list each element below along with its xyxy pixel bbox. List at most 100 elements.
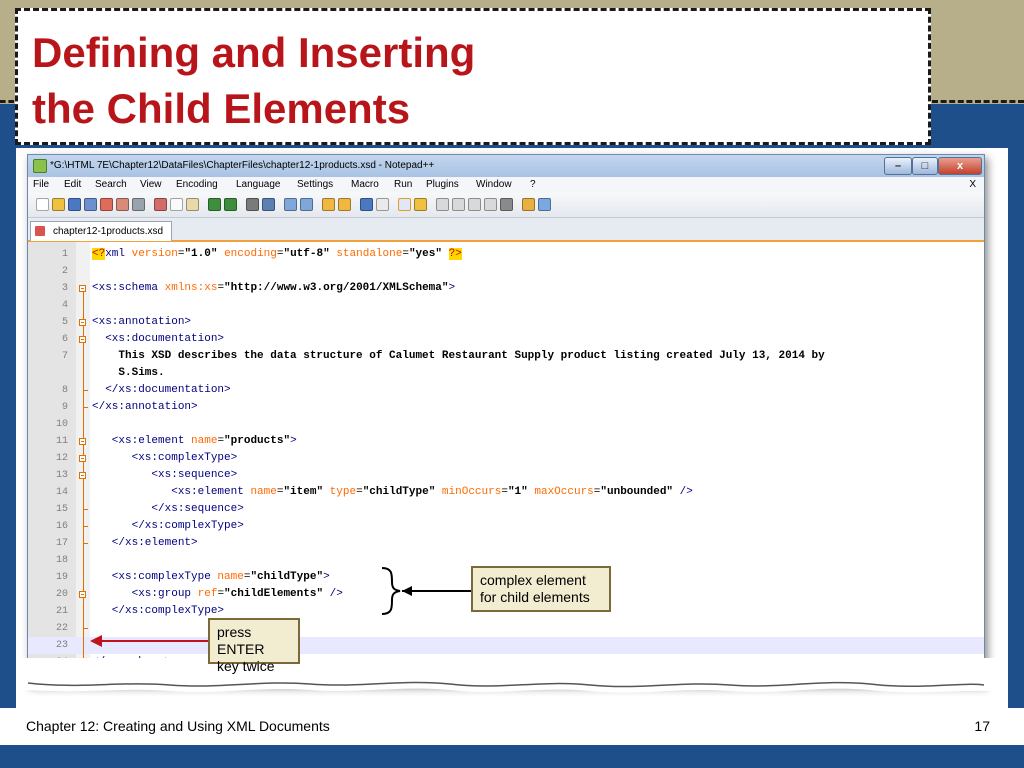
code-line[interactable]: 7 This XSD describes the data structure … xyxy=(28,348,984,365)
dashed-rule-left xyxy=(0,100,14,103)
menu-view[interactable]: View xyxy=(140,179,162,190)
fold-toggle-icon[interactable] xyxy=(79,285,86,292)
cut-icon[interactable] xyxy=(154,198,167,211)
line-number: 9 xyxy=(61,402,68,413)
find-icon[interactable] xyxy=(246,198,259,211)
code-token: <xs:element xyxy=(92,435,192,447)
close-button[interactable]: x xyxy=(938,157,982,175)
code-line[interactable]: 12 <xs:complexType> xyxy=(28,450,984,467)
zoom-out-icon[interactable] xyxy=(300,198,313,211)
code-token: > xyxy=(448,282,456,294)
menu-help[interactable]: ? xyxy=(530,179,536,190)
code-text: <xs:element name="products"> xyxy=(92,433,297,450)
line-number: 12 xyxy=(55,453,68,464)
replace-icon[interactable] xyxy=(262,198,275,211)
print-icon[interactable] xyxy=(132,198,145,211)
minimize-button[interactable]: – xyxy=(884,157,912,175)
fold-toggle-icon[interactable] xyxy=(79,438,86,445)
menu-encoding[interactable]: Encoding xyxy=(176,179,218,190)
user-lang-icon[interactable] xyxy=(414,198,427,211)
window-titlebar[interactable]: *G:\HTML 7E\Chapter12\DataFiles\ChapterF… xyxy=(28,155,984,177)
menu-edit[interactable]: Edit xyxy=(64,179,81,190)
spellcheck-icon[interactable] xyxy=(538,198,551,211)
code-text: <xs:group ref="childElements" /> xyxy=(92,586,343,603)
copy-icon[interactable] xyxy=(170,198,183,211)
code-line[interactable]: 11 <xs:element name="products"> xyxy=(28,433,984,450)
record-macro-icon[interactable] xyxy=(436,198,449,211)
code-token: </xs:annotation> xyxy=(92,401,198,413)
launch-browser-icon[interactable] xyxy=(522,198,535,211)
paste-icon[interactable] xyxy=(186,198,199,211)
menu-search[interactable]: Search xyxy=(95,179,127,190)
play-macro-icon[interactable] xyxy=(468,198,481,211)
document-tab[interactable]: chapter12-1products.xsd xyxy=(30,221,172,241)
code-line[interactable]: 8 </xs:documentation> xyxy=(28,382,984,399)
code-line[interactable]: 14 <xs:element name="item" type="childTy… xyxy=(28,484,984,501)
document-tabbar: chapter12-1products.xsd xyxy=(28,218,984,242)
code-line[interactable]: 13 <xs:sequence> xyxy=(28,467,984,484)
save-macro-icon[interactable] xyxy=(500,198,513,211)
menu-plugins[interactable]: Plugins xyxy=(426,179,459,190)
menu-run[interactable]: Run xyxy=(394,179,412,190)
zoom-in-icon[interactable] xyxy=(284,198,297,211)
line-number: 6 xyxy=(61,334,68,345)
close-file-icon[interactable] xyxy=(100,198,113,211)
code-line[interactable]: S.Sims. xyxy=(28,365,984,382)
fold-toggle-icon[interactable] xyxy=(79,455,86,462)
save-all-icon[interactable] xyxy=(84,198,97,211)
menu-close-document[interactable]: X xyxy=(969,179,976,190)
sync-horizontal-icon[interactable] xyxy=(338,198,351,211)
menu-file[interactable]: File xyxy=(33,179,49,190)
fold-toggle-icon[interactable] xyxy=(79,591,86,598)
sync-vertical-icon[interactable] xyxy=(322,198,335,211)
code-text: <?xml version="1.0" encoding="utf-8" sta… xyxy=(92,246,462,263)
fold-end xyxy=(83,628,88,629)
code-token: <xs:complexType> xyxy=(92,452,238,464)
stop-macro-icon[interactable] xyxy=(452,198,465,211)
undo-icon[interactable] xyxy=(208,198,221,211)
code-line[interactable]: 10 xyxy=(28,416,984,433)
code-line[interactable]: 3 <xs:schema xmlns:xs="http://www.w3.org/… xyxy=(28,280,984,297)
code-line[interactable]: 6 <xs:documentation> xyxy=(28,331,984,348)
code-token: "childType" xyxy=(362,486,436,498)
menu-settings[interactable]: Settings xyxy=(297,179,333,190)
code-line[interactable]: 16 </xs:complexType> xyxy=(28,518,984,535)
run-macro-multiple-icon[interactable] xyxy=(484,198,497,211)
code-line[interactable]: 2 xyxy=(28,263,984,280)
menu-macro[interactable]: Macro xyxy=(351,179,379,190)
code-line[interactable]: 1 <?xml version="1.0" encoding="utf-8" st… xyxy=(28,246,984,263)
fold-toggle-icon[interactable] xyxy=(79,472,86,479)
menu-language[interactable]: Language xyxy=(236,179,281,190)
redo-icon[interactable] xyxy=(224,198,237,211)
open-folder-icon[interactable] xyxy=(52,198,65,211)
code-line[interactable]: 15 </xs:sequence> xyxy=(28,501,984,518)
save-icon[interactable] xyxy=(68,198,81,211)
code-line[interactable]: 4 xyxy=(28,297,984,314)
line-number: 1 xyxy=(61,249,68,260)
line-number: 8 xyxy=(61,385,68,396)
new-file-icon[interactable] xyxy=(36,198,49,211)
slide-title-line1: Defining and Inserting xyxy=(32,29,476,76)
footer-chapter-title: Chapter 12: Creating and Using XML Docum… xyxy=(26,718,330,734)
code-editor[interactable]: 1 <?xml version = "1.0" encoding = "utf-8" st… xyxy=(28,242,984,683)
menu-window[interactable]: Window xyxy=(476,179,512,190)
fold-toggle-icon[interactable] xyxy=(79,319,86,326)
code-line[interactable]: 9 </xs:annotation> xyxy=(28,399,984,416)
callout-enter-line1: press ENTER xyxy=(217,624,265,657)
close-all-icon[interactable] xyxy=(116,198,129,211)
code-token: <xs:group xyxy=(92,588,198,600)
code-token: > xyxy=(290,435,297,447)
code-line[interactable]: 5 <xs:annotation> xyxy=(28,314,984,331)
code-line[interactable]: 17 </xs:element> xyxy=(28,535,984,552)
code-text: This XSD describes the data structure of… xyxy=(92,348,824,365)
indent-guide-icon[interactable] xyxy=(398,198,411,211)
code-token: /> xyxy=(323,588,343,600)
callout-complex-element: complex element for child elements xyxy=(471,566,611,612)
word-wrap-icon[interactable] xyxy=(360,198,373,211)
show-all-chars-icon[interactable] xyxy=(376,198,389,211)
fold-toggle-icon[interactable] xyxy=(79,336,86,343)
maximize-button[interactable]: □ xyxy=(912,157,938,175)
line-number: 18 xyxy=(55,555,68,566)
line-number: 15 xyxy=(55,504,68,515)
